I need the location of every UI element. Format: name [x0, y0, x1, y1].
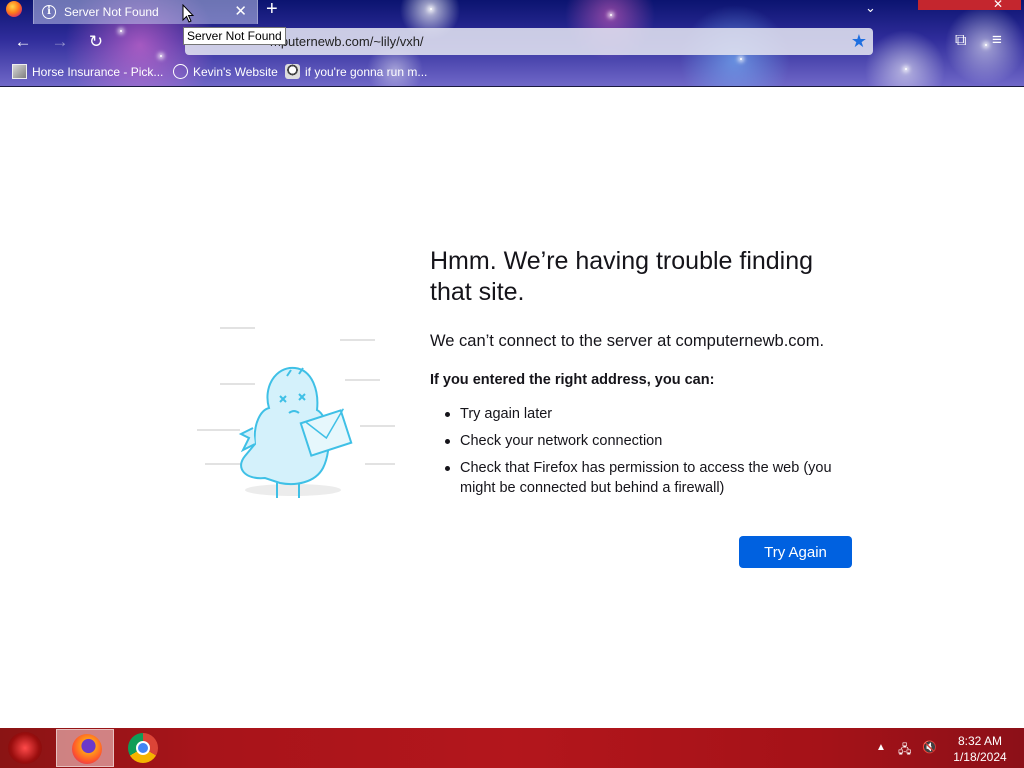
firework-spark — [985, 44, 987, 46]
mouse-cursor-icon — [182, 4, 194, 23]
hamburger-menu-icon[interactable]: ≡ — [992, 30, 1002, 50]
favicon-icon — [12, 64, 27, 79]
taskbar-item-chrome[interactable] — [128, 733, 163, 763]
bookmark-star-icon[interactable]: ★ — [851, 31, 867, 51]
bookmark-kevins-website[interactable]: Kevin's Website — [173, 64, 278, 79]
tray-arrow-icon[interactable]: ▲ — [876, 742, 886, 753]
window-close-button[interactable] — [918, 0, 1021, 10]
firework-spark — [740, 58, 742, 60]
info-icon: i — [42, 5, 56, 19]
firework-spark — [610, 14, 612, 16]
firework-spark — [120, 30, 122, 32]
taskbar-item-firefox[interactable] — [56, 729, 114, 767]
url-text[interactable]: mputernewb.com/~lily/vxh/ — [270, 34, 424, 49]
clock-date: 1/18/2024 — [953, 750, 1007, 764]
tab-tooltip: Server Not Found — [183, 27, 286, 45]
error-page: Hmm. We’re having trouble finding that s… — [0, 88, 1024, 728]
error-title: Hmm. We’re having trouble finding that s… — [430, 247, 814, 306]
network-icon[interactable]: 🖧 — [898, 740, 911, 761]
url-bar[interactable]: mputernewb.com/~lily/vxh/ ★ — [185, 28, 873, 55]
error-subhead: If you entered the right address, you ca… — [430, 372, 715, 388]
system-clock[interactable]: 8:32 AM 1/18/2024 — [946, 733, 1014, 765]
tab-title: Server Not Found — [64, 5, 159, 19]
bookmark-label: Kevin's Website — [193, 64, 278, 79]
extensions-icon[interactable]: ⧉ — [955, 32, 966, 50]
reload-icon[interactable]: ↻ — [84, 31, 108, 53]
firework-spark — [160, 55, 162, 57]
chrome-taskbar-icon — [128, 733, 158, 763]
bookmark-gonna-run[interactable]: if you're gonna run m... — [285, 64, 427, 79]
browser-toolbar: i Server Not Found ✕ + ⌄ ✕ ← → ↻ mputern… — [0, 0, 1024, 87]
bookmark-horse-insurance[interactable]: Horse Insurance - Pick... — [12, 64, 163, 79]
bookmark-label: Horse Insurance - Pick... — [32, 64, 164, 79]
start-button[interactable] — [8, 732, 42, 764]
bookmark-label: if you're gonna run m... — [305, 64, 428, 79]
tab-server-not-found[interactable]: i Server Not Found ✕ — [33, 0, 258, 24]
close-icon[interactable]: ✕ — [234, 2, 247, 20]
plus-icon[interactable]: + — [266, 0, 278, 19]
confused-dino-illustration — [197, 327, 395, 498]
favicon-icon — [285, 64, 300, 79]
forward-arrow-icon[interactable]: → — [48, 31, 72, 53]
suggestion-list: Try again later Check your network conne… — [444, 404, 844, 505]
taskbar: ▲ 🖧 🔇 8:32 AM 1/18/2024 — [0, 728, 1024, 768]
globe-icon — [173, 64, 188, 79]
error-description: We can’t connect to the server at comput… — [430, 332, 825, 350]
firefox-icon[interactable] — [6, 1, 22, 17]
clock-time: 8:32 AM — [957, 734, 1003, 748]
list-item: Try again later — [444, 404, 844, 424]
back-arrow-icon[interactable]: ← — [11, 31, 35, 53]
volume-muted-icon[interactable]: 🔇 — [922, 740, 937, 754]
list-item: Check your network connection — [444, 431, 844, 451]
bookmarks-toolbar: Horse Insurance - Pick... Kevin's Websit… — [0, 62, 1024, 84]
firework-spark — [430, 8, 432, 10]
firefox-taskbar-icon — [72, 734, 102, 764]
try-again-button[interactable]: Try Again — [739, 536, 852, 568]
window-close-icon[interactable]: ✕ — [993, 0, 1003, 11]
chevron-down-icon[interactable]: ⌄ — [865, 0, 876, 16]
list-item: Check that Firefox has permission to acc… — [444, 458, 844, 498]
